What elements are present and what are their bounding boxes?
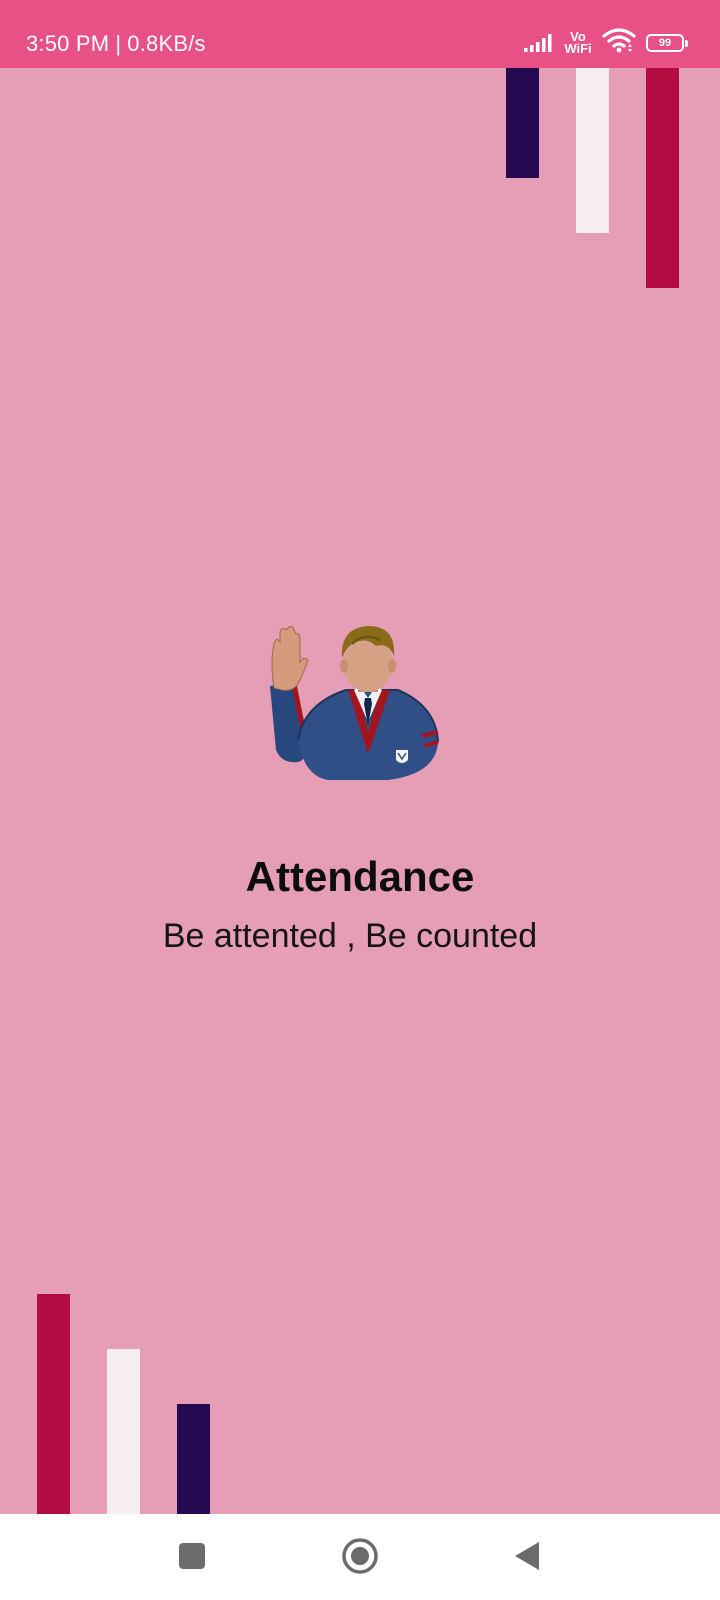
status-time: 3:50 PM [26, 31, 110, 56]
square-icon [179, 1543, 205, 1569]
network-speed: 0.8KB/s [127, 31, 206, 56]
navigation-bar [0, 1514, 720, 1600]
wifi-icon [602, 27, 636, 59]
back-triangle-icon [515, 1542, 539, 1570]
battery-level: 99 [658, 37, 672, 49]
back-button[interactable] [508, 1536, 548, 1576]
home-button[interactable] [340, 1536, 380, 1576]
status-bar: 3:50 PM | 0.8KB/s Vo WiFi 99 [0, 0, 720, 68]
decor-bar-top-crimson [646, 68, 679, 288]
circle-icon [342, 1538, 378, 1574]
battery-icon: 99 [646, 34, 688, 52]
vowifi-icon: Vo WiFi [564, 30, 592, 56]
student-raising-hand-icon [268, 622, 448, 798]
status-left: 3:50 PM | 0.8KB/s [26, 30, 206, 58]
status-icons: Vo WiFi 99 [524, 26, 688, 60]
decor-bar-top-dark [506, 68, 539, 178]
recent-apps-button[interactable] [172, 1536, 212, 1576]
app-tagline: Be attented , Be counted [162, 917, 538, 955]
app-title: Attendance [245, 853, 475, 900]
signal-icon [524, 33, 554, 53]
decor-bar-top-light [576, 68, 609, 233]
decor-bar-bottom-crimson [37, 1294, 70, 1514]
decor-bar-bottom-light [107, 1349, 140, 1514]
decor-bar-bottom-dark [177, 1404, 210, 1514]
splash-screen: 3:50 PM | 0.8KB/s Vo WiFi 99 Attendance … [0, 0, 720, 1600]
vowifi-bottom-label: WiFi [564, 41, 592, 56]
status-separator: | [115, 31, 122, 56]
